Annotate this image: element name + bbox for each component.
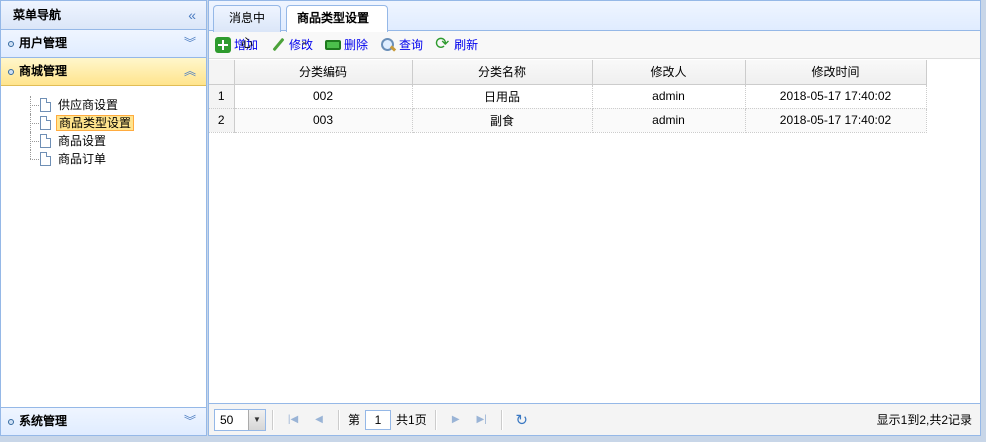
add-icon	[215, 36, 231, 53]
dropdown-arrow-icon[interactable]: ▼	[248, 409, 265, 430]
column-header[interactable]: 分类名称	[412, 60, 593, 85]
refresh-icon	[435, 34, 451, 54]
table-cell: 003	[234, 108, 413, 133]
bullet-icon	[8, 41, 14, 47]
search-icon	[380, 37, 396, 53]
tab-bar: 消息中心 商品类型设置 ×	[209, 1, 980, 50]
section-user-management[interactable]: 用户管理 ︾	[1, 30, 206, 58]
column-header[interactable]: 修改时间	[745, 60, 927, 85]
page-size-value: 50	[220, 412, 234, 427]
tab-product-type-settings[interactable]: 商品类型设置 ×	[286, 5, 388, 50]
table-cell: 日用品	[412, 84, 593, 109]
search-label: 查询	[399, 38, 424, 52]
reload-icon[interactable]: ↻	[513, 411, 531, 429]
pagination-bar: 50 ▼ |◀ ◀ 第 共1页 ▶ ▶| ↻ 显示1到2,共2记录	[209, 403, 980, 435]
record-info: 显示1到2,共2记录	[876, 413, 972, 427]
last-page-icon[interactable]: ▶|	[473, 411, 491, 429]
tree-item-label: 供应商设置	[58, 98, 119, 112]
next-page-icon[interactable]: ▶	[447, 411, 465, 429]
page-prefix: 第	[348, 413, 361, 427]
table-cell: admin	[592, 84, 746, 109]
collapse-chevron-icon[interactable]: ︽	[184, 58, 196, 85]
collapse-sidebar-icon[interactable]: «	[188, 1, 196, 29]
page-number-input[interactable]	[365, 409, 392, 430]
expand-chevron-icon[interactable]: ︾	[184, 30, 196, 57]
row-number: 1	[209, 84, 235, 109]
tree-item-product-orders[interactable]: 商品订单	[1, 150, 206, 168]
first-page-icon[interactable]: |◀	[284, 411, 302, 429]
tree-item-product-type-settings[interactable]: 商品类型设置	[1, 114, 206, 132]
tree-item-label: 商品类型设置	[56, 115, 135, 131]
column-header[interactable]: 分类编码	[234, 60, 413, 85]
refresh-label: 刷新	[454, 38, 479, 52]
file-icon	[40, 116, 51, 130]
table-header-row: 分类编码 分类名称 修改人 修改时间	[209, 60, 927, 85]
page-total: 共1页	[396, 413, 427, 427]
mall-menu-tree: 供应商设置 商品类型设置 商品设置 商品订单	[1, 88, 206, 404]
table-cell: 2018-05-17 17:40:02	[745, 108, 927, 133]
tree-item-supplier-settings[interactable]: 供应商设置	[1, 96, 206, 114]
section-label: 用户管理	[19, 36, 68, 50]
table-row[interactable]: 2 003 副食 admin 2018-05-17 17:40:02	[209, 108, 927, 133]
tree-item-label: 商品设置	[58, 134, 107, 148]
bullet-icon	[8, 419, 14, 425]
tab-label: 商品类型设置	[297, 11, 370, 25]
tab-message-center[interactable]: 消息中心	[213, 5, 281, 50]
data-table: 分类编码 分类名称 修改人 修改时间 1 002 日用品 admin 2018-…	[209, 60, 927, 133]
table-cell: admin	[592, 108, 746, 133]
file-icon	[40, 98, 51, 112]
section-label: 商城管理	[19, 64, 68, 78]
file-icon	[40, 152, 51, 166]
tree-item-label: 商品订单	[58, 152, 107, 166]
refresh-button[interactable]: 刷新	[435, 34, 479, 54]
bullet-icon	[8, 69, 14, 75]
tree-item-product-settings[interactable]: 商品设置	[1, 132, 206, 150]
pencil-icon	[270, 37, 286, 53]
section-label: 系统管理	[19, 414, 68, 428]
prev-page-icon[interactable]: ◀	[310, 411, 328, 429]
page-size-select[interactable]: 50 ▼	[214, 408, 266, 431]
expand-chevron-icon[interactable]: ︾	[184, 408, 196, 435]
search-button[interactable]: 查询	[380, 36, 423, 53]
minus-icon	[325, 40, 342, 50]
table-cell: 002	[234, 84, 413, 109]
rownum-header	[209, 60, 235, 85]
column-header[interactable]: 修改人	[592, 60, 746, 85]
table-cell: 2018-05-17 17:40:02	[745, 84, 927, 109]
main-panel: 消息中心 商品类型设置 × 增加 修改 删除 查询 刷新	[208, 0, 981, 436]
file-icon	[40, 134, 51, 148]
sidebar-title: 菜单导航	[13, 8, 62, 22]
close-tab-icon[interactable]: ×	[301, 38, 307, 50]
sidebar: 菜单导航 « 用户管理 ︾ 商城管理 ︽ 供应商设置 商品类型设置 商品设置 商…	[0, 0, 207, 436]
delete-button[interactable]: 删除	[325, 36, 368, 53]
toolbar: 增加 修改 删除 查询 刷新	[209, 31, 980, 59]
delete-label: 删除	[344, 38, 369, 52]
table-row[interactable]: 1 002 日用品 admin 2018-05-17 17:40:02	[209, 84, 927, 109]
section-system-management[interactable]: 系统管理 ︾	[1, 407, 206, 435]
sidebar-title-bar: 菜单导航 «	[1, 1, 206, 30]
row-number: 2	[209, 108, 235, 133]
product-type-grid: 分类编码 分类名称 修改人 修改时间 1 002 日用品 admin 2018-…	[209, 60, 980, 403]
section-mall-management[interactable]: 商城管理 ︽	[1, 58, 206, 86]
table-cell: 副食	[412, 108, 593, 133]
